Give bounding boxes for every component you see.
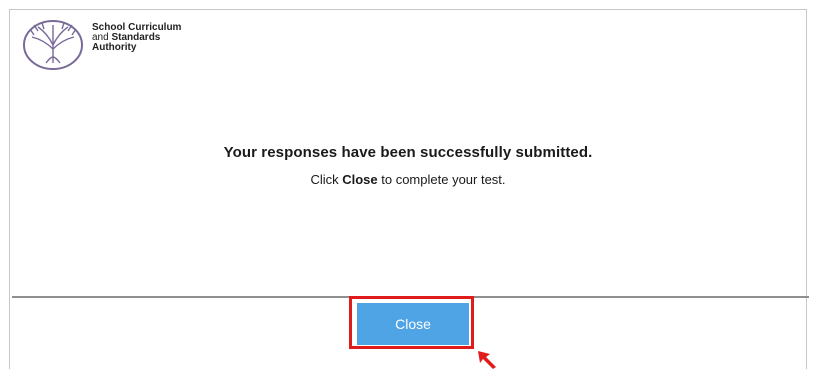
org-name: School Curriculum and Standards Authorit… — [92, 23, 181, 53]
scsa-logo: School Curriculum and Standards Authorit… — [22, 19, 181, 71]
tree-logo-icon — [23, 20, 83, 70]
close-emphasis: Close — [342, 172, 378, 187]
confirmation-message: Your responses have been successfully su… — [0, 144, 816, 187]
confirmation-instruction: Click Close to complete your test. — [310, 172, 506, 187]
confirmation-title: Your responses have been successfully su… — [223, 144, 593, 161]
red-arrow-cursor-icon — [478, 351, 496, 369]
close-button[interactable]: Close — [357, 303, 469, 345]
org-name-line3: Authority — [92, 42, 137, 53]
